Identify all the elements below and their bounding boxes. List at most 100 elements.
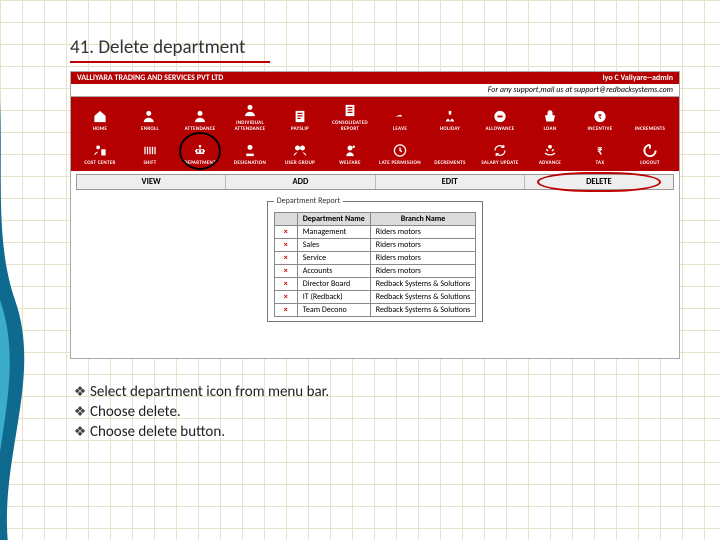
- report-header: [274, 213, 297, 226]
- menu-item-individual-attendance[interactable]: INDIVIDUAL ATTENDANCE: [225, 100, 275, 134]
- app-screenshot: VALLIYARA TRADING AND SERVICES PVT LTD I…: [70, 71, 680, 359]
- svg-text:₹: ₹: [597, 144, 603, 158]
- menu-item-department[interactable]: DEPARTMENT: [175, 134, 225, 168]
- menu-item-enroll[interactable]: ENROLL: [125, 100, 175, 134]
- app-user: Iyo C Valiyare--admin: [603, 73, 673, 83]
- table-row: ×AccountsRiders motors: [274, 265, 476, 278]
- support-line: For any support,mail us at support@redba…: [71, 84, 679, 97]
- table-cell: Sales: [297, 239, 370, 252]
- table-row: ×ServiceRiders motors: [274, 252, 476, 265]
- report-table: Department NameBranch Name×ManagementRid…: [274, 212, 477, 317]
- table-cell: Team Decono: [297, 304, 370, 317]
- tab-add[interactable]: ADD: [226, 175, 375, 189]
- delete-row-button[interactable]: ×: [274, 291, 297, 304]
- tab-delete[interactable]: DELETE: [525, 175, 673, 189]
- delete-row-button[interactable]: ×: [274, 226, 297, 239]
- menu-item-payslip[interactable]: PAYSLIP: [275, 100, 325, 134]
- table-cell: Service: [297, 252, 370, 265]
- table-row: ×Director BoardRedback Systems & Solutio…: [274, 278, 476, 291]
- table-row: ×IT (Redback)Redback Systems & Solutions: [274, 291, 476, 304]
- menu-label: USER GROUP: [285, 160, 315, 166]
- menu-label: CONSOLIDATED REPORT: [325, 120, 375, 132]
- table-cell: Riders motors: [370, 265, 476, 278]
- menu-item-advance[interactable]: ADVANCE: [525, 134, 575, 168]
- menu-item-decrements[interactable]: DECREMENTS: [425, 134, 475, 168]
- menu-item-cost-center[interactable]: COST CENTER: [75, 134, 125, 168]
- menu-label: DESIGNATION: [234, 160, 266, 166]
- tab-edit[interactable]: EDIT: [376, 175, 525, 189]
- bullet-text: Choose delete button.: [90, 423, 225, 441]
- tab-bar: VIEWADDEDITDELETE: [76, 174, 674, 190]
- menu-label: WELFARE: [339, 160, 360, 166]
- menu-item-welfare[interactable]: WELFARE: [325, 134, 375, 168]
- table-cell: Redback Systems & Solutions: [370, 278, 476, 291]
- menu-label: HOME: [93, 126, 108, 132]
- table-cell: Redback Systems & Solutions: [370, 291, 476, 304]
- menu-item-allowance[interactable]: ALLOWANCE: [475, 100, 525, 134]
- table-cell: Management: [297, 226, 370, 239]
- menu-label: COST CENTER: [84, 160, 115, 166]
- table-cell: Riders motors: [370, 239, 476, 252]
- report-header: Branch Name: [370, 213, 476, 226]
- delete-row-button[interactable]: ×: [274, 265, 297, 278]
- menu-label: LATE PERMISSION: [379, 160, 421, 166]
- menu-item-home[interactable]: HOME: [75, 100, 125, 134]
- menu-item-salary-update[interactable]: SALARY UPDATE: [475, 134, 525, 168]
- delete-row-button[interactable]: ×: [274, 304, 297, 317]
- bullet-text: Select department icon from menu bar.: [90, 383, 329, 401]
- menu-label: ALLOWANCE: [486, 126, 515, 132]
- bullet-icon: ❖: [70, 403, 90, 420]
- menu-item-logout[interactable]: LOGOUT: [625, 134, 675, 168]
- menu-item-holiday[interactable]: HOLIDAY: [425, 100, 475, 134]
- menu-label: INDIVIDUAL ATTENDANCE: [225, 120, 275, 132]
- menu-item-loan[interactable]: LOAN: [525, 100, 575, 134]
- menu-item-leave[interactable]: LEAVE: [375, 100, 425, 134]
- menu-item-attendance[interactable]: ATTENDANCE: [175, 100, 225, 134]
- menu-item-incentive[interactable]: ₹INCENTIVE: [575, 100, 625, 134]
- table-row: ×Team DeconoRedback Systems & Solutions: [274, 304, 476, 317]
- bullet-icon: ❖: [70, 423, 90, 440]
- menu-item-increments[interactable]: INCREMENTS: [625, 100, 675, 134]
- menu-label: LOAN: [544, 126, 557, 132]
- menu-item-user-group[interactable]: USER GROUP: [275, 134, 325, 168]
- menu-label: DECREMENTS: [434, 160, 465, 166]
- delete-row-button[interactable]: ×: [274, 252, 297, 265]
- menu-label: INCREMENTS: [635, 126, 665, 132]
- menu-label: ENROLL: [141, 126, 159, 132]
- menu-bar: HOME ENROLL ATTENDANCEINDIVIDUAL ATTENDANC…: [71, 97, 679, 171]
- menu-label: LEAVE: [393, 126, 407, 132]
- menu-label: INCENTIVE: [588, 126, 613, 132]
- menu-item-late-permission[interactable]: LATE PERMISSION: [375, 134, 425, 168]
- menu-label: SHIFT: [143, 160, 156, 166]
- menu-label: DEPARTMENT: [184, 160, 216, 166]
- decorative-wave: [0, 0, 70, 540]
- table-cell: Riders motors: [370, 252, 476, 265]
- table-row: ×SalesRiders motors: [274, 239, 476, 252]
- report-header: Department Name: [297, 213, 370, 226]
- report-legend: Department Report: [274, 196, 343, 206]
- table-cell: Director Board: [297, 278, 370, 291]
- menu-item-consolidated-report[interactable]: CONSOLIDATED REPORT: [325, 100, 375, 134]
- menu-label: LOGOUT: [640, 160, 660, 166]
- delete-row-button[interactable]: ×: [274, 278, 297, 291]
- menu-label: HOLIDAY: [440, 126, 460, 132]
- menu-item-designation[interactable]: DESIGNATION: [225, 134, 275, 168]
- instruction-list: ❖Select department icon from menu bar.❖C…: [70, 383, 680, 441]
- menu-item-tax[interactable]: ₹ TAX: [575, 134, 625, 168]
- app-titlebar: VALLIYARA TRADING AND SERVICES PVT LTD I…: [71, 72, 679, 84]
- table-cell: Redback Systems & Solutions: [370, 304, 476, 317]
- table-cell: Accounts: [297, 265, 370, 278]
- table-row: ×ManagementRiders motors: [274, 226, 476, 239]
- delete-row-button[interactable]: ×: [274, 239, 297, 252]
- menu-label: TAX: [596, 160, 605, 166]
- table-cell: Riders motors: [370, 226, 476, 239]
- menu-item-shift[interactable]: SHIFT: [125, 134, 175, 168]
- bullet-icon: ❖: [70, 383, 90, 400]
- menu-label: ADVANCE: [539, 160, 561, 166]
- department-report: Department Report Department NameBranch …: [267, 196, 484, 322]
- tab-view[interactable]: VIEW: [77, 175, 226, 189]
- list-item: ❖Choose delete button.: [70, 423, 680, 441]
- app-title: VALLIYARA TRADING AND SERVICES PVT LTD: [77, 73, 223, 83]
- list-item: ❖Select department icon from menu bar.: [70, 383, 680, 401]
- menu-label: PAYSLIP: [291, 126, 309, 132]
